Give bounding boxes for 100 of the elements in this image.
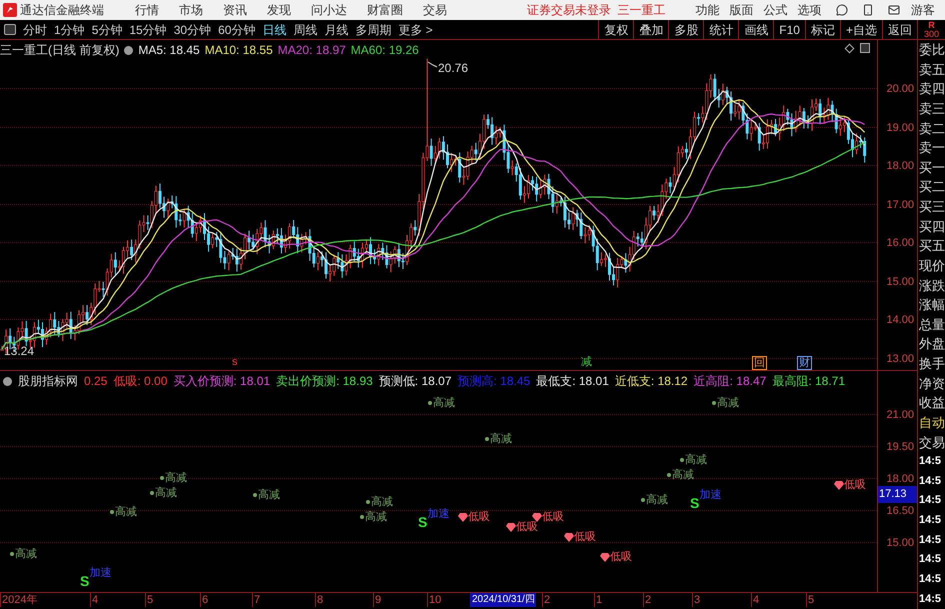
quote-field-label: 14:5 [918,532,942,548]
mail-icon[interactable] [888,4,900,16]
quote-field-label: 卖五 [918,60,945,79]
menu-item[interactable]: 财富圈 [367,1,403,19]
quote-field-label: 买三 [918,198,945,216]
period-tab[interactable]: 月线 [324,20,348,38]
diamond-icon [532,512,542,522]
event-marker[interactable]: s [231,356,238,368]
toolbar-button[interactable]: 多股 [668,20,704,39]
app-logo-icon [3,3,17,17]
axis-label: 20.00 [886,82,914,97]
menu-item[interactable]: 版面 [730,1,754,19]
quote-field-label: 卖一 [918,139,945,158]
quote-field-label: 14:5 [918,474,942,489]
login-notice: 证券交易未登录 三一重工 [527,2,666,19]
diamond-icon [600,552,610,562]
date-label: 10 [427,593,442,607]
date-label: 5 [145,593,154,607]
quote-field-label: 买二 [918,178,945,196]
user-label[interactable]: 游客 [911,1,935,19]
date-label: 4 [751,593,760,607]
panel-toggle-icon[interactable] [4,24,16,35]
signal-label: 加速 [427,508,450,520]
menu-item[interactable]: 发现 [267,1,291,19]
indicator-title: 股朋指标网 [18,373,78,390]
signal-letter: S [418,515,428,529]
signal-label: 低吸 [516,521,538,533]
chat-icon[interactable] [836,4,848,16]
quote-field-label: 换手 [918,355,945,373]
low-price-label: 13.24 [4,343,34,360]
signal-label: 加速 [699,489,722,501]
quote-field-label: 涨跌 [918,276,945,294]
menu-item[interactable]: 选项 [798,1,822,19]
ma-legend-item: MA10: 18.55 [204,42,273,59]
current-value-label: 17.13 [878,486,917,502]
toolbar-button[interactable]: 叠加 [633,20,668,39]
signal-label: 高减 [490,433,512,445]
event-marker[interactable]: 回 [752,356,767,370]
indicator-legend-item: 近高阻: 18.47 [694,373,766,390]
date-label: 2 [643,593,652,607]
toolbar-button[interactable]: 复权 [598,20,634,39]
date-label: 2024年 [0,593,38,607]
quote-field-label: 买一 [918,158,945,177]
menu-item[interactable]: 资讯 [223,1,247,19]
axis-label: 14.00 [886,313,914,328]
toolbar-button[interactable]: F10 [773,20,805,39]
toolbar-button[interactable]: 画线 [738,20,774,39]
toolbar-button[interactable]: 返回 [882,20,917,39]
ma-legend-item: MA5: 18.45 [138,42,200,59]
period-tab[interactable]: 周线 [293,20,318,38]
quote-field-label: 14:5 [918,513,942,528]
quote-field-label: 14:5 [918,454,942,470]
leader-line [428,62,438,68]
quote-field-label: 14:5 [918,493,942,508]
signal-label: 高减 [15,548,37,560]
quote-field-label: 卖二 [918,120,945,138]
quote-field-label: 净资 [918,374,945,393]
quote-field-label: 总量 [918,316,945,334]
diamond-icon [564,532,574,542]
quote-field-label: 买五 [918,237,945,256]
indicator-legend-item: 最高阻: 18.71 [772,373,846,390]
date-label: 6 [200,593,210,607]
period-tab[interactable]: 日线 [262,20,286,38]
period-tab[interactable]: 60分钟 [218,20,256,38]
menu-item[interactable]: 功能 [696,1,720,19]
ma-legend-item: MA20: 18.97 [278,42,346,59]
axis-label: 16.50 [886,504,914,519]
period-tab[interactable]: 多周期 [355,20,392,38]
quote-field-label: 卖四 [918,80,945,98]
menu-item[interactable]: 公式 [764,1,788,19]
signal-label: 高减 [155,487,177,499]
period-tab[interactable]: 更多 > [398,20,433,38]
toolbar-button[interactable]: +自选 [840,20,882,39]
quote-field-label: 14:5 [918,552,942,568]
panel-toggle-icon[interactable] [860,43,870,53]
menu-item[interactable]: 行情 [135,1,159,19]
period-tab[interactable]: 30分钟 [174,20,212,38]
signal-label: 高减 [371,496,393,508]
event-marker[interactable]: 财 [797,356,812,370]
indicator-legend-item: 最低支: 18.01 [536,373,609,390]
period-tab[interactable]: 15分钟 [129,20,167,38]
axis-label: 19.00 [886,120,914,136]
menu-item[interactable]: 问小达 [311,1,347,19]
date-label: 3 [692,593,702,607]
period-tab[interactable]: 分时 [23,20,47,38]
period-tab[interactable]: 1分钟 [54,20,85,38]
phone-icon[interactable] [862,4,874,16]
axis-label: 18.00 [886,472,914,487]
indicator-legend-item: 买入价预测: 18.01 [173,373,270,390]
date-label: 4 [90,593,100,607]
date-label: 2 [542,593,552,607]
menu-item[interactable]: 交易 [423,1,447,19]
signal-label: 高减 [717,397,739,409]
menu-item[interactable]: 市场 [179,1,203,19]
toolbar-button[interactable]: 统计 [703,20,738,39]
quote-field-label: 涨幅 [918,296,945,314]
period-tab[interactable]: 5分钟 [92,20,122,38]
signal-label: 高减 [258,489,280,501]
toolbar-button[interactable]: 标记 [804,20,840,39]
event-marker[interactable]: 减 [580,356,593,368]
